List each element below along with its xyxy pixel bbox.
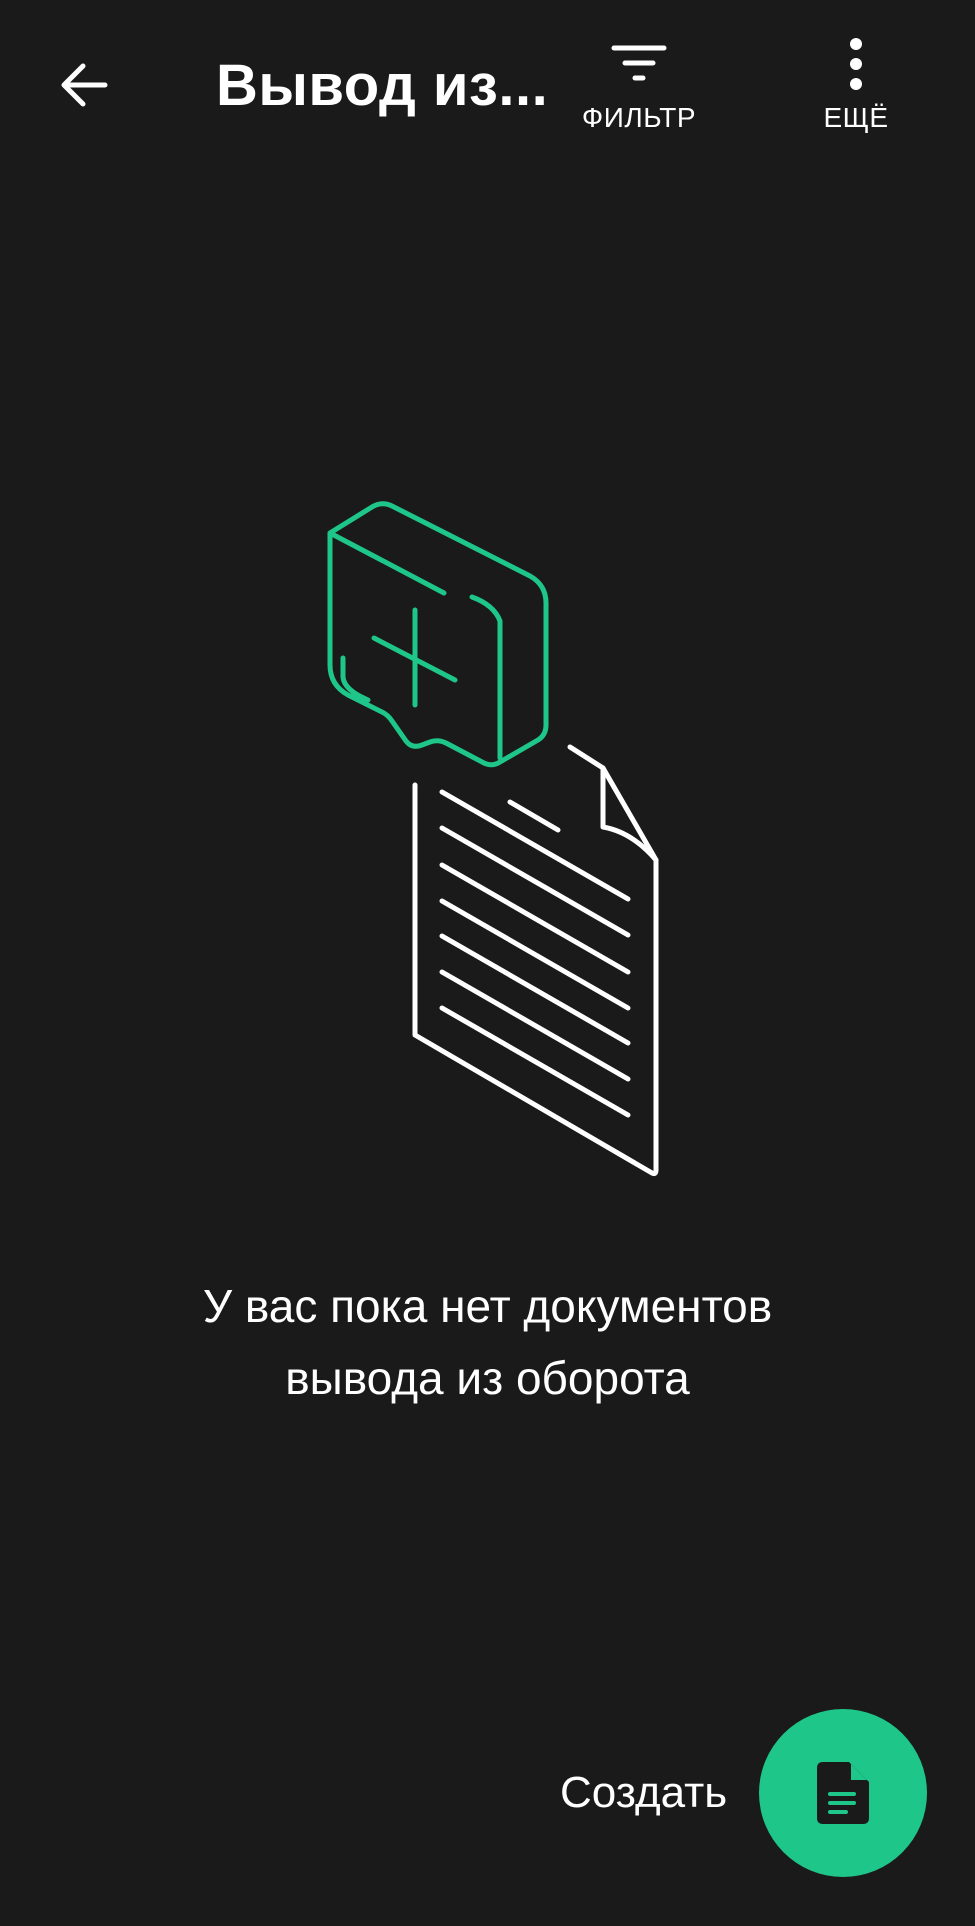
empty-state-line-2: вывода из оборота: [285, 1352, 690, 1404]
create-label[interactable]: Создать: [560, 1768, 727, 1818]
top-app-bar: Вывод из... ФИЛЬТР ЕЩЁ: [0, 0, 975, 170]
filter-button[interactable]: ФИЛЬТР: [576, 36, 702, 134]
arrow-left-icon: [61, 63, 108, 107]
filter-label: ФИЛЬТР: [581, 102, 697, 133]
document-icon: [412, 744, 659, 1177]
empty-state-illustration: [327, 501, 659, 1177]
filter-icon: [611, 45, 667, 81]
empty-state-line-1: У вас пока нет документов: [202, 1280, 773, 1332]
more-label: ЕЩЁ: [823, 102, 889, 133]
back-button[interactable]: [44, 45, 124, 125]
more-button[interactable]: ЕЩЁ: [816, 36, 896, 134]
empty-state-message: У вас пока нет документов вывода из обор…: [0, 1270, 975, 1414]
more-vertical-icon: [850, 38, 862, 90]
create-button[interactable]: [759, 1709, 927, 1877]
screen: Вывод из... ФИЛЬТР ЕЩЁ У вас пока нет до…: [0, 0, 975, 1926]
document-icon: [817, 1762, 869, 1824]
page-title: Вывод из...: [216, 53, 549, 118]
speech-bubble-plus-icon: [327, 501, 549, 768]
